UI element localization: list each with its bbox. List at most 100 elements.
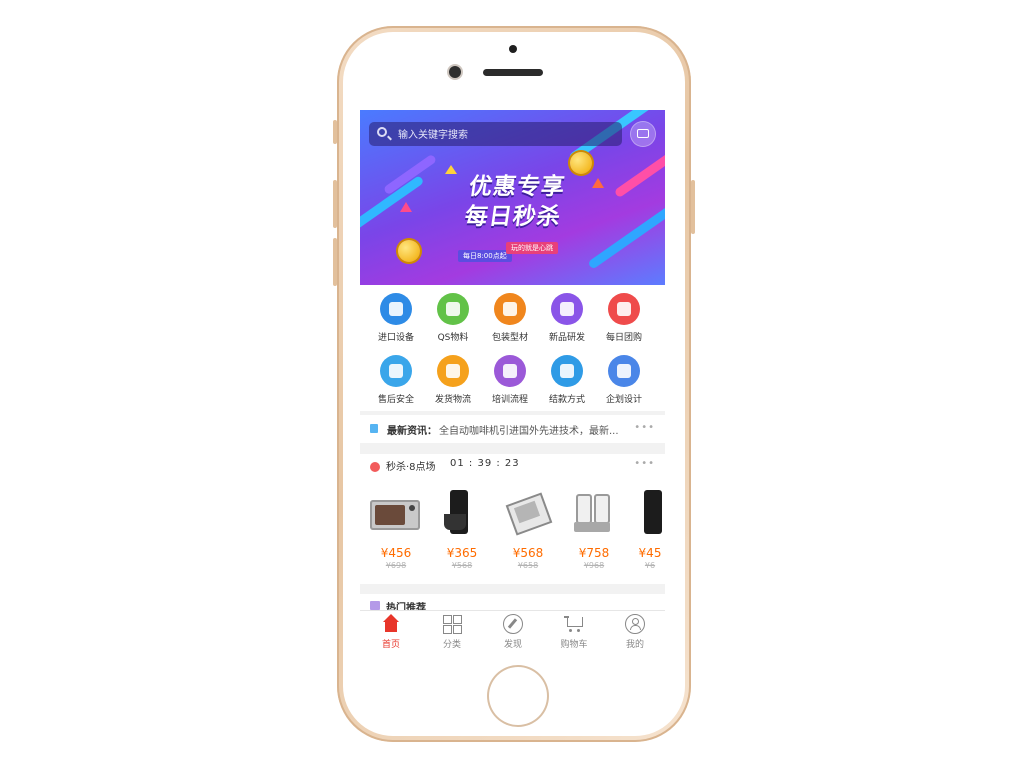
bulb-icon [551, 293, 583, 325]
volume-up-button [333, 180, 337, 228]
tag-icon [608, 293, 640, 325]
product-card[interactable]: ¥456 ¥698 [366, 490, 426, 570]
product-old-price: ¥568 [451, 561, 473, 570]
category-item-packaging[interactable]: 包装型材 [481, 293, 539, 343]
product-old-price: ¥968 [583, 561, 605, 570]
leaf-icon [437, 293, 469, 325]
category-grid: 进口设备 QS物料 包装型材 新品研发 每日团购 售后安全 发货物流 培训流程 [360, 285, 665, 411]
speaker-icon [370, 424, 378, 433]
category-label: 培训流程 [491, 395, 528, 405]
tab-category[interactable]: 分类 [422, 614, 482, 650]
chat-bubble-icon [637, 129, 649, 138]
tab-label: 发现 [503, 640, 522, 650]
category-item-logistics[interactable]: 发货物流 [424, 355, 482, 405]
category-label: 企划设计 [605, 395, 642, 405]
category-item-import-equipment[interactable]: 进口设备 [367, 293, 425, 343]
volume-down-button [333, 238, 337, 286]
flash-sale-title: 秒杀·8点场 [386, 462, 436, 473]
category-label: QS物料 [437, 333, 469, 343]
tab-discover[interactable]: 发现 [483, 614, 543, 650]
product-card[interactable]: ¥568 ¥658 [498, 490, 558, 570]
banner-title-line2: 每日秒杀 [463, 204, 563, 230]
tab-label: 购物车 [560, 640, 588, 650]
category-label: 进口设备 [377, 333, 414, 343]
compass-icon [503, 614, 523, 634]
product-old-price: ¥658 [517, 561, 539, 570]
juice-dispenser-image [564, 490, 624, 536]
product-price: ¥45 [638, 546, 662, 560]
tab-label: 我的 [625, 640, 644, 650]
grid-icon [442, 614, 462, 634]
category-item-after-sales[interactable]: 售后安全 [367, 355, 425, 405]
search-input[interactable]: 输入关键字搜索 [398, 126, 468, 141]
countdown-timer: 01 : 39 : 23 [450, 458, 520, 469]
product-price: ¥568 [512, 546, 544, 560]
category-item-daily-group-buy[interactable]: 每日团购 [595, 293, 653, 343]
flash-sale-section: 秒杀·8点场 01 : 39 : 23 ••• ¥456 ¥698 ¥365 ¥… [360, 454, 665, 584]
earpiece-speaker [483, 69, 543, 76]
category-item-payment[interactable]: 结款方式 [538, 355, 596, 405]
banner-slogan-tag: 玩的就是心跳 [506, 242, 558, 254]
product-card[interactable]: ¥758 ¥968 [564, 490, 624, 570]
product-price: ¥456 [380, 546, 412, 560]
graduation-icon [494, 355, 526, 387]
category-label: 结款方式 [548, 395, 585, 405]
triangle-decoration [400, 202, 412, 212]
cart-icon [564, 614, 584, 634]
search-icon [377, 127, 387, 137]
category-item-qs-materials[interactable]: QS物料 [424, 293, 482, 343]
product-old-price: ¥6 [644, 561, 656, 570]
banner-time-tag: 每日8:00点起 [458, 250, 512, 262]
banner-title: 优惠专享 每日秒杀 [451, 172, 579, 232]
triangle-decoration [445, 165, 457, 174]
bottom-tab-bar: 首页 分类 发现 购物车 我的 [360, 610, 665, 655]
toaster-oven-image [366, 490, 426, 536]
product-card[interactable]: ¥45 ¥6 [630, 490, 665, 570]
product-card[interactable]: ¥365 ¥568 [432, 490, 492, 570]
rocket-icon [437, 355, 469, 387]
news-headline[interactable]: 全自动咖啡机引进国外先进技术，最新... [439, 422, 619, 437]
tab-cart[interactable]: 购物车 [544, 614, 604, 650]
news-ticker[interactable]: 最新资讯： 全自动咖啡机引进国外先进技术，最新... ••• [360, 415, 665, 443]
app-screen: 输入关键字搜索 优惠专享 每日秒杀 每日8:00点起 玩的就是心跳 进口设备 Q… [360, 110, 665, 655]
tray-rack-image [498, 490, 558, 536]
category-item-design[interactable]: 企划设计 [595, 355, 653, 405]
search-bar[interactable]: 输入关键字搜索 [369, 122, 622, 146]
coffee-maker-image [432, 490, 492, 536]
tab-profile[interactable]: 我的 [605, 614, 665, 650]
category-label: 新品研发 [548, 333, 585, 343]
user-icon [625, 614, 645, 634]
message-button[interactable] [631, 122, 655, 146]
proximity-sensor [509, 45, 517, 53]
category-label: 发货物流 [434, 395, 471, 405]
coin-decoration [398, 240, 420, 262]
tab-label: 首页 [381, 640, 400, 650]
category-label: 包装型材 [491, 333, 528, 343]
triangle-decoration [592, 178, 604, 188]
front-camera [449, 66, 461, 78]
category-item-training[interactable]: 培训流程 [481, 355, 539, 405]
flash-sale-more-button[interactable]: ••• [634, 458, 655, 469]
bar-chart-icon [370, 601, 380, 610]
home-button[interactable] [487, 665, 549, 727]
mute-switch [333, 120, 337, 144]
category-label: 每日团购 [605, 333, 642, 343]
coffee-maker-image [630, 490, 665, 536]
coin-decoration [570, 152, 592, 174]
shield-icon [380, 355, 412, 387]
globe-icon [380, 293, 412, 325]
tab-home[interactable]: 首页 [361, 614, 421, 650]
news-label: 最新资讯： [387, 426, 437, 437]
product-price: ¥758 [578, 546, 610, 560]
product-old-price: ¥698 [385, 561, 407, 570]
product-price: ¥365 [446, 546, 478, 560]
category-item-new-products[interactable]: 新品研发 [538, 293, 596, 343]
box-icon [494, 293, 526, 325]
clock-icon [370, 462, 380, 472]
home-icon [381, 614, 401, 634]
promo-banner[interactable]: 输入关键字搜索 优惠专享 每日秒杀 每日8:00点起 玩的就是心跳 [360, 110, 665, 285]
book-icon [608, 355, 640, 387]
category-label: 售后安全 [377, 395, 414, 405]
tab-label: 分类 [442, 640, 461, 650]
news-more-button[interactable]: ••• [634, 422, 655, 433]
